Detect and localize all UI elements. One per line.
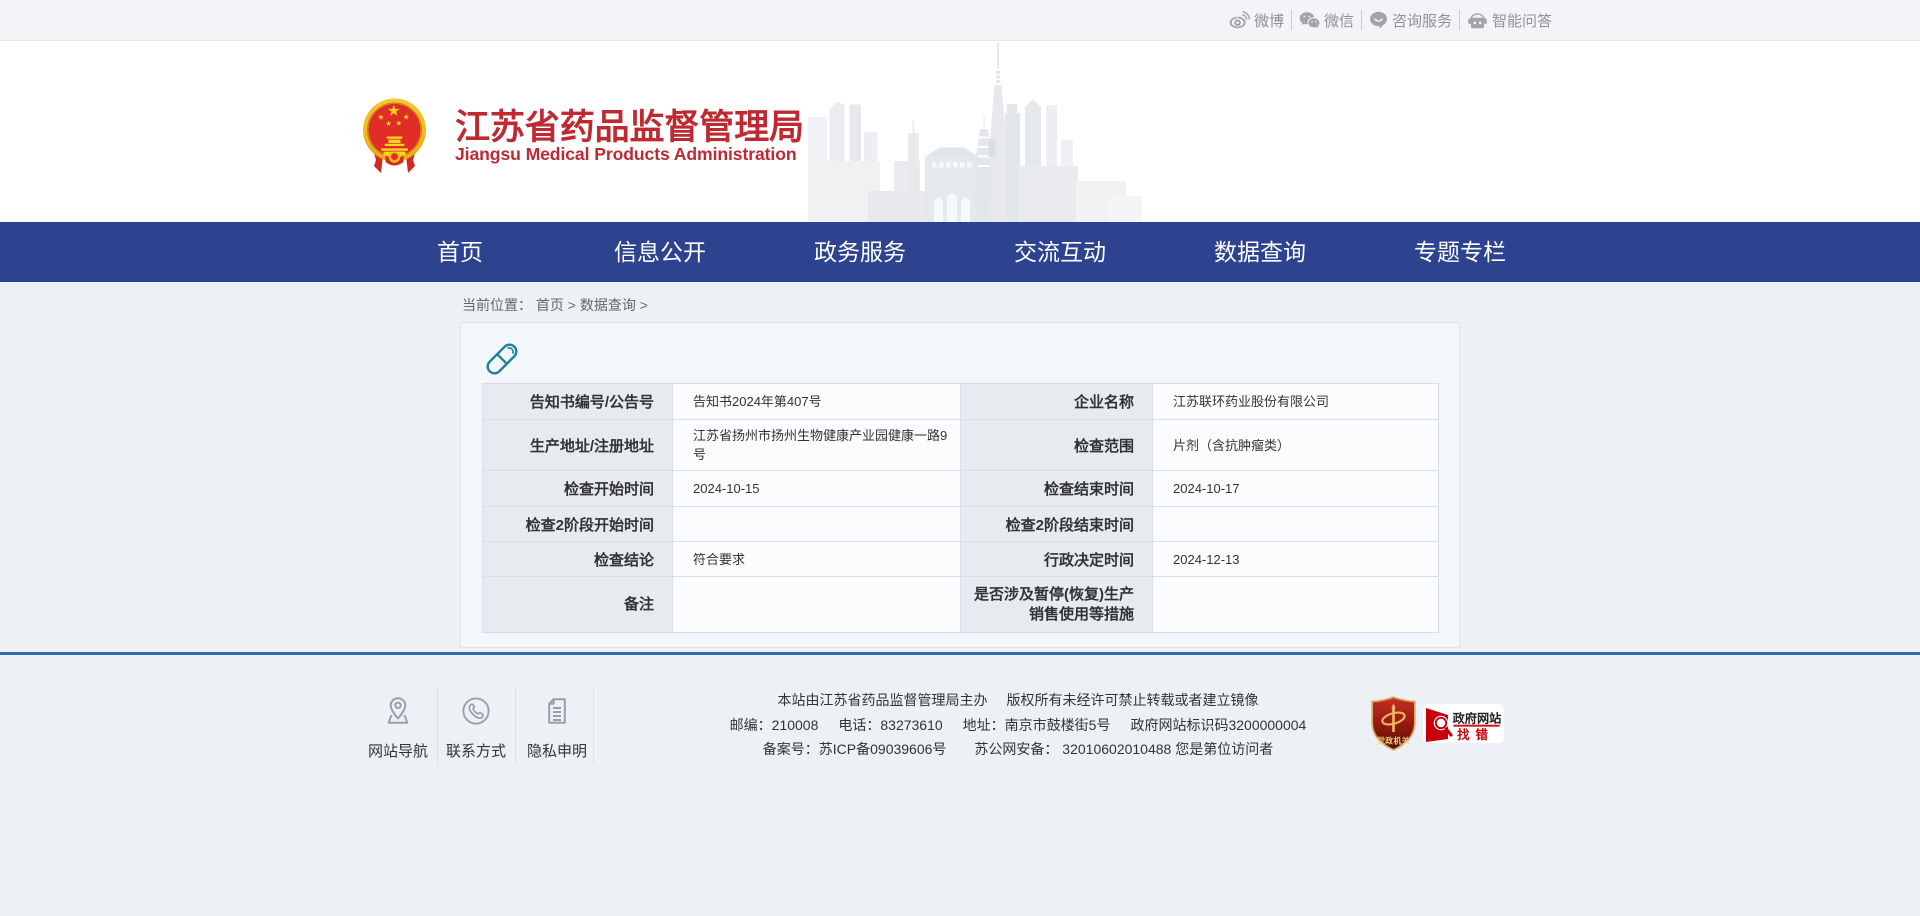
svg-text:政府网站: 政府网站 (1453, 711, 1502, 726)
svg-text:找错: 找错 (1457, 727, 1494, 742)
svg-text:党政机关: 党政机关 (1377, 736, 1410, 746)
